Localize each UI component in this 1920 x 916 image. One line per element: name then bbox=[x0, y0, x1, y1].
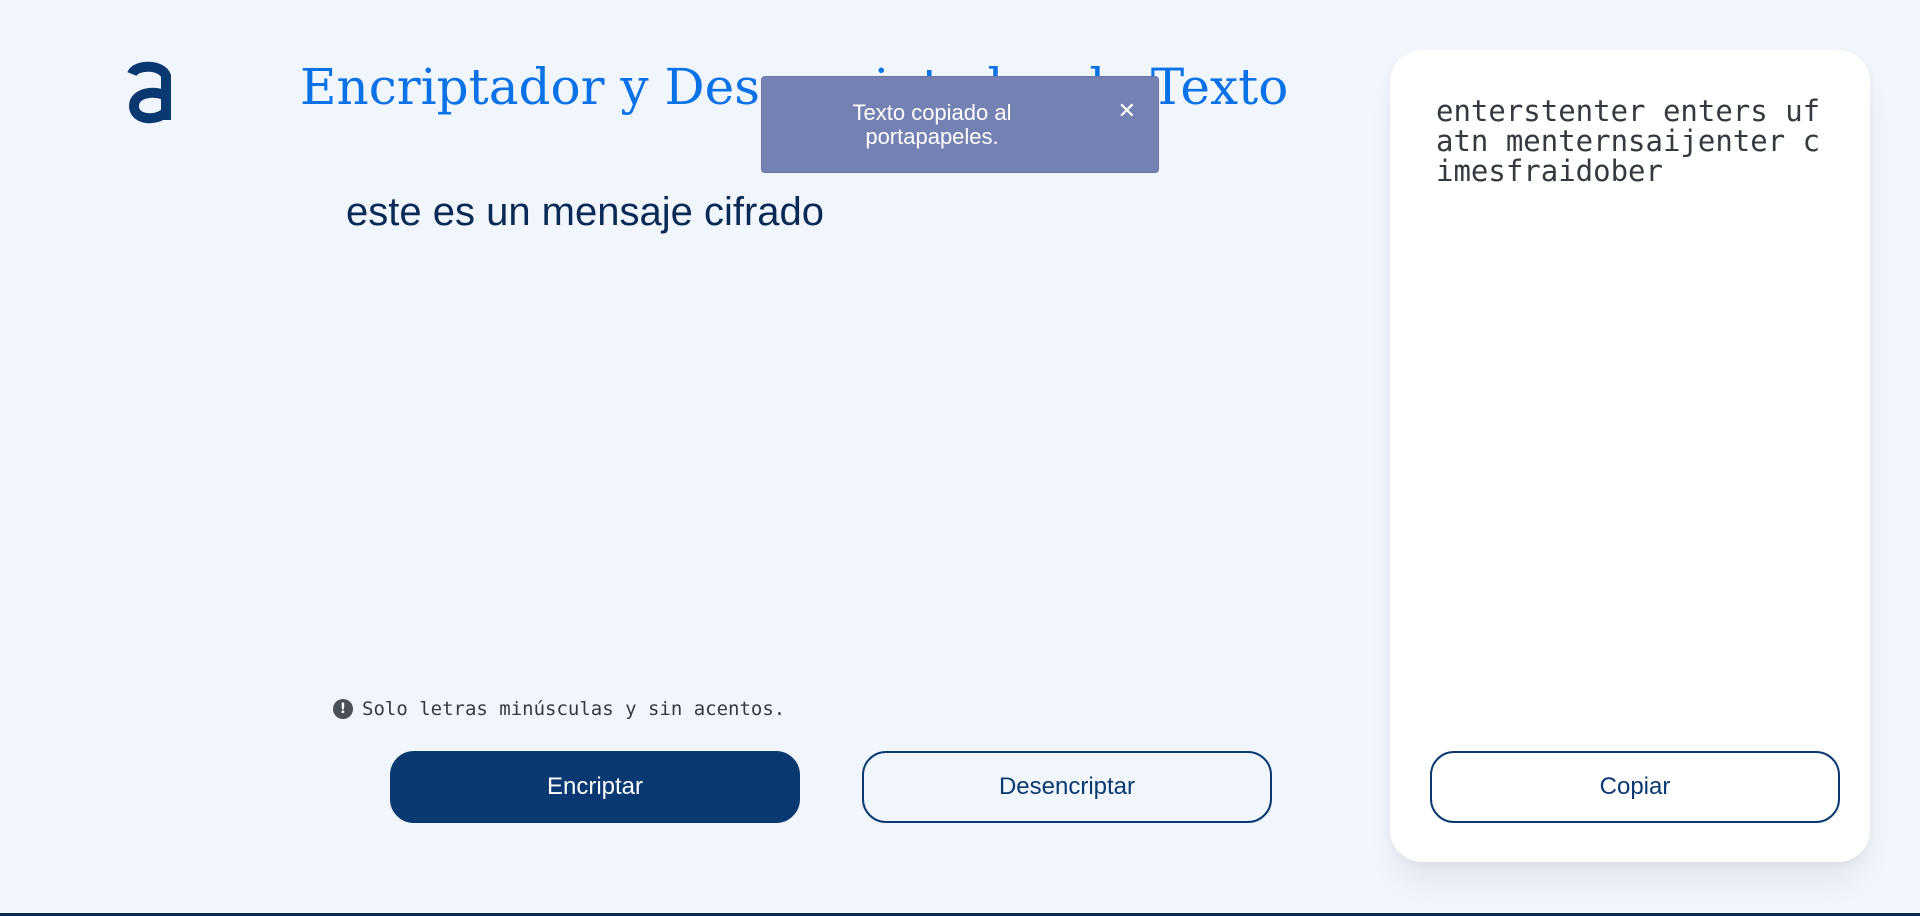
text-input[interactable] bbox=[346, 185, 1246, 655]
output-text: enterstenter enters ufatn menternsaijent… bbox=[1436, 94, 1821, 188]
alura-logo-icon bbox=[127, 61, 171, 124]
toast-message: Texto copiado al portapapeles. bbox=[852, 100, 1012, 149]
close-icon[interactable]: ✕ bbox=[1118, 99, 1136, 124]
encrypt-button[interactable]: Encriptar bbox=[390, 751, 800, 823]
input-hint: ! Solo letras minúsculas y sin acentos. bbox=[333, 698, 785, 720]
copy-button[interactable]: Copiar bbox=[1430, 751, 1840, 823]
decrypt-button[interactable]: Desencriptar bbox=[862, 751, 1272, 823]
page: Encriptador y Desencriptador de Texto ! … bbox=[0, 0, 1920, 916]
exclamation-circle-icon: ! bbox=[333, 699, 353, 719]
toast-notification: Texto copiado al portapapeles. ✕ bbox=[761, 76, 1159, 173]
hint-text: Solo letras minúsculas y sin acentos. bbox=[362, 698, 786, 720]
output-panel: enterstenter enters ufatn menternsaijent… bbox=[1390, 50, 1870, 862]
